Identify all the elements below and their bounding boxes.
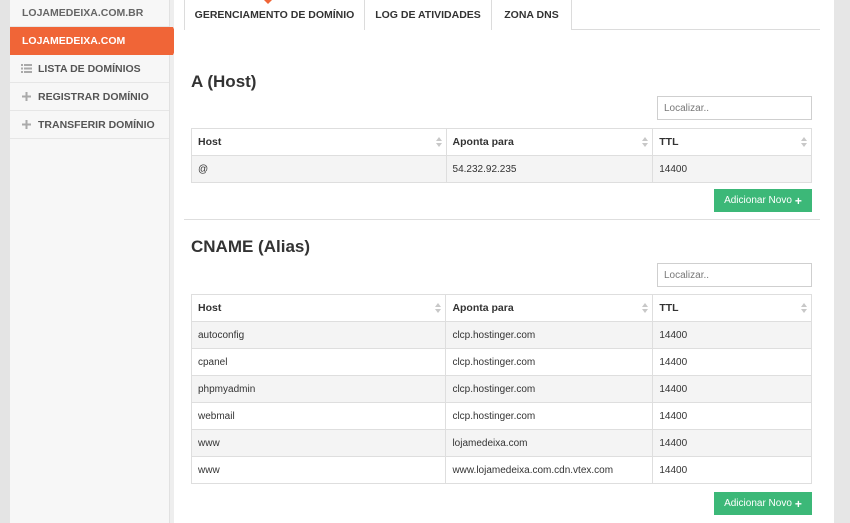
sidebar-item-transferir-dominio[interactable]: TRANSFERIR DOMÍNIO	[10, 111, 169, 139]
column-header-host[interactable]: Host	[191, 128, 447, 156]
cell-ttl: 14400	[652, 375, 812, 403]
main-panel: GERENCIAMENTO DE DOMÍNIO LOG DE ATIVIDAD…	[174, 0, 834, 523]
search-input[interactable]	[657, 263, 812, 287]
table-row[interactable]: autoconfig clcp.hostinger.com 14400	[190, 321, 812, 349]
cell-host: cpanel	[190, 348, 447, 376]
cell-ttl: 14400	[652, 348, 812, 376]
column-header-points-to[interactable]: Aponta para	[445, 294, 654, 322]
cell-host: www	[190, 456, 447, 484]
cell-points-to: lojamedeixa.com	[445, 429, 654, 457]
tab-zona-dns[interactable]: ZONA DNS	[492, 0, 572, 30]
cname-table: Host Aponta para TTL autoconfig clcp.hos…	[190, 294, 812, 484]
tab-label: LOG DE ATIVIDADES	[375, 9, 481, 21]
cell-points-to: clcp.hostinger.com	[445, 375, 654, 403]
section-divider	[184, 219, 820, 220]
cell-points-to: www.lojamedeixa.com.cdn.vtex.com	[445, 456, 654, 484]
scrollbar-track[interactable]	[834, 0, 850, 523]
sort-icon	[435, 137, 442, 148]
a-host-table: Host Aponta para TTL @ 54.232.92.235 144…	[191, 128, 812, 183]
cell-points-to: 54.232.92.235	[445, 155, 654, 183]
cell-host: webmail	[190, 402, 447, 430]
cell-points-to: clcp.hostinger.com	[445, 402, 654, 430]
sidebar-item-label: LOJAMEDEIXA.COM.BR	[22, 7, 144, 19]
plus-icon	[21, 92, 32, 101]
cell-ttl: 14400	[652, 456, 812, 484]
cell-points-to: clcp.hostinger.com	[445, 321, 654, 349]
sort-icon	[801, 137, 807, 148]
column-header-host[interactable]: Host	[190, 294, 447, 322]
column-header-ttl[interactable]: TTL	[652, 128, 812, 156]
plus-icon: +	[794, 193, 802, 208]
cell-ttl: 14400	[652, 155, 812, 183]
sidebar: LOJAMEDEIXA.COM.BR LOJAMEDEIXA.COM LISTA…	[10, 0, 179, 523]
section-title: A (Host)	[191, 72, 257, 91]
sidebar-item-label: LISTA DE DOMÍNIOS	[38, 62, 141, 75]
section-title: CNAME (Alias)	[191, 237, 311, 256]
tab-gerenciamento-dominio[interactable]: GERENCIAMENTO DE DOMÍNIO	[184, 0, 365, 30]
active-tab-indicator	[263, 0, 273, 4]
plus-icon	[21, 120, 32, 129]
tab-log-atividades[interactable]: LOG DE ATIVIDADES	[365, 0, 492, 30]
cell-ttl: 14400	[652, 429, 812, 457]
add-new-button[interactable]: Adicionar Novo +	[714, 492, 812, 515]
tab-label: GERENCIAMENTO DE DOMÍNIO	[194, 9, 355, 21]
cell-host: www	[190, 429, 447, 457]
cell-ttl: 14400	[652, 402, 812, 430]
cell-ttl: 14400	[652, 321, 812, 349]
table-header-row: Host Aponta para TTL	[190, 294, 812, 322]
column-header-points-to[interactable]: Aponta para	[445, 128, 654, 156]
search-input[interactable]	[657, 96, 812, 120]
table-header-row: Host Aponta para TTL	[191, 128, 812, 156]
table-row[interactable]: www www.lojamedeixa.com.cdn.vtex.com 144…	[190, 456, 812, 484]
table-row[interactable]: phpmyadmin clcp.hostinger.com 14400	[190, 375, 812, 403]
sort-icon	[642, 137, 649, 148]
plus-icon: +	[794, 496, 802, 511]
table-row[interactable]: cpanel clcp.hostinger.com 14400	[190, 348, 812, 376]
list-icon	[21, 64, 32, 73]
cell-host: phpmyadmin	[190, 375, 447, 403]
table-row[interactable]: www lojamedeixa.com 14400	[190, 429, 812, 457]
table-row[interactable]: webmail clcp.hostinger.com 14400	[190, 402, 812, 430]
sidebar-item-label: REGISTRAR DOMÍNIO	[38, 90, 149, 103]
sidebar-item-lojamedeixa-com-br[interactable]: LOJAMEDEIXA.COM.BR	[10, 0, 169, 27]
tab-label: ZONA DNS	[504, 9, 559, 21]
left-gutter	[0, 0, 10, 523]
table-row[interactable]: @ 54.232.92.235 14400	[191, 155, 812, 183]
sidebar-item-registrar-dominio[interactable]: REGISTRAR DOMÍNIO	[10, 83, 169, 111]
sidebar-item-label: LOJAMEDEIXA.COM	[22, 35, 126, 47]
cell-points-to: clcp.hostinger.com	[445, 348, 654, 376]
sort-icon	[642, 303, 649, 314]
tab-bar: GERENCIAMENTO DE DOMÍNIO LOG DE ATIVIDAD…	[184, 0, 820, 30]
sidebar-item-label: TRANSFERIR DOMÍNIO	[38, 118, 155, 131]
cell-host: autoconfig	[190, 321, 447, 349]
sort-icon	[801, 303, 807, 314]
sidebar-item-lojamedeixa-com[interactable]: LOJAMEDEIXA.COM	[10, 27, 179, 55]
add-new-button[interactable]: Adicionar Novo +	[714, 189, 812, 212]
column-header-ttl[interactable]: TTL	[652, 294, 812, 322]
sidebar-item-lista-dominios[interactable]: LISTA DE DOMÍNIOS	[10, 55, 169, 83]
sort-icon	[435, 303, 442, 314]
cell-host: @	[191, 155, 447, 183]
